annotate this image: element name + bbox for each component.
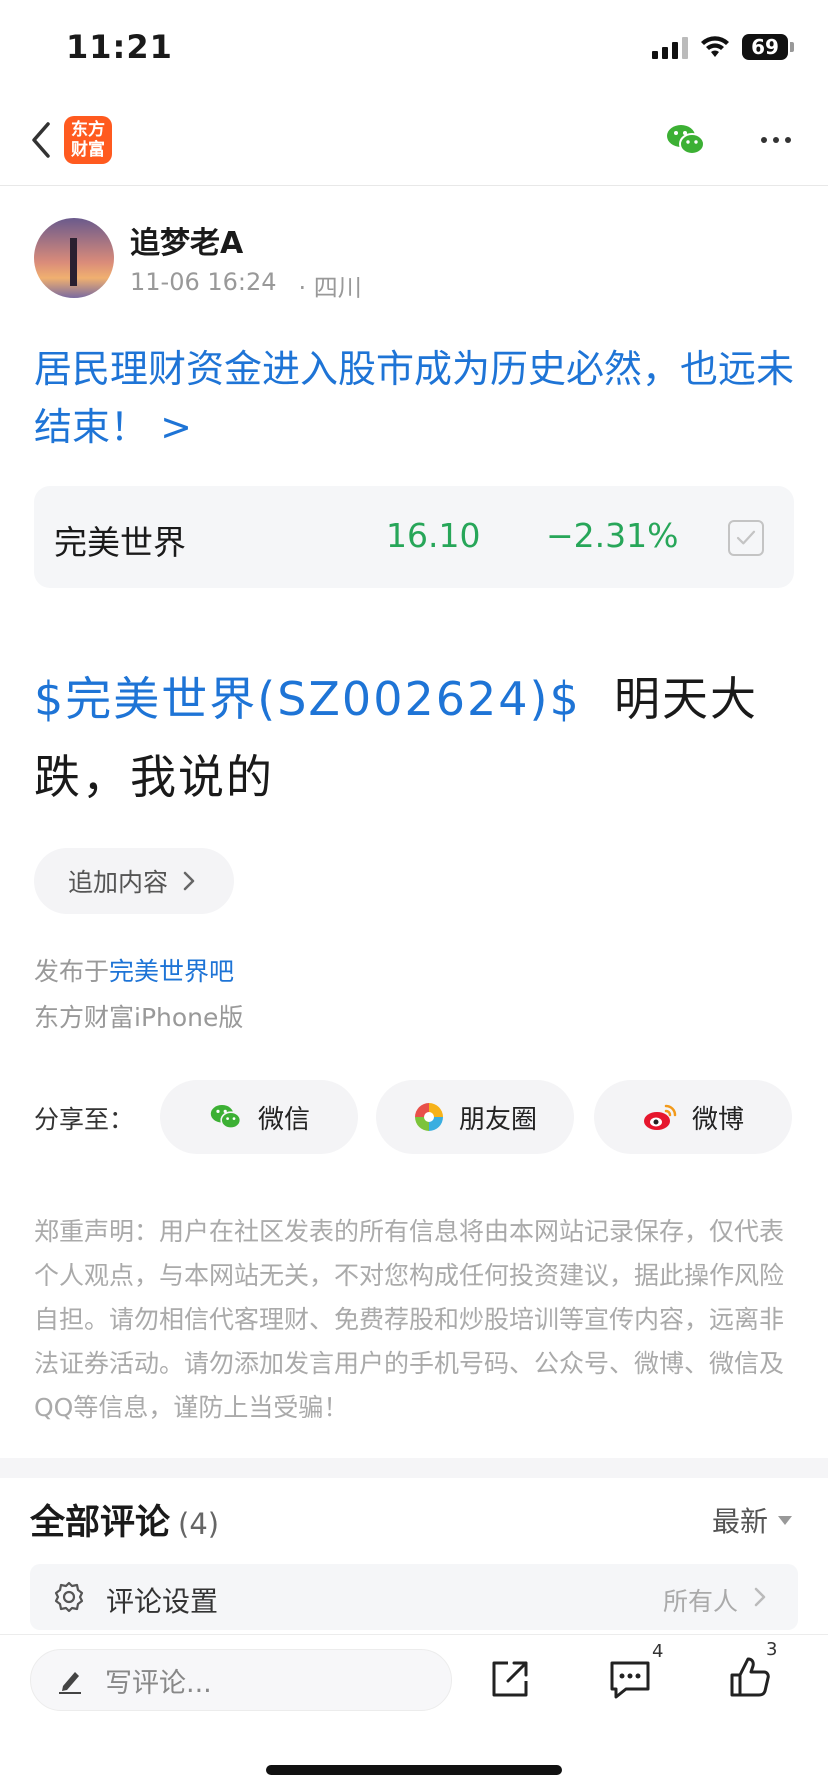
logo-text-top: 东方 [71, 120, 105, 140]
disclaimer-text: 郑重声明：用户在社区发表的所有信息将由本网站记录保存，仅代表个人观点，与本网站无… [34, 1217, 785, 1422]
like-count-badge: 3 [766, 1639, 778, 1660]
share-moments-button[interactable]: 朋友圈 [376, 1080, 574, 1154]
write-comment-input[interactable]: 写评论... [30, 1649, 452, 1711]
status-bar: 11:21 69 [0, 0, 828, 100]
battery-level: 69 [751, 35, 779, 59]
share-label: 分享至： [34, 1105, 135, 1134]
caret-down-icon [778, 1515, 792, 1525]
post-location: · 四川 [298, 274, 362, 302]
stock-bar-link[interactable]: 完美世界吧 [109, 957, 234, 986]
published-in: 发布于完美世界吧 [34, 952, 234, 988]
append-content-button[interactable]: 追加内容 [34, 848, 234, 914]
share-wechat-button[interactable]: 微信 [160, 1080, 358, 1154]
post-datetime: 11-06 16:24 [130, 268, 277, 296]
logo-text-bottom: 财富 [71, 140, 105, 160]
post-title-link[interactable]: 居民理财资金进入股市成为历史必然，也远未结束！ > [34, 340, 794, 456]
comment-icon[interactable] [606, 1657, 654, 1701]
client-source: 东方财富iPhone版 [34, 1003, 244, 1032]
battery-icon: 69 [742, 34, 794, 60]
stock-quote-card[interactable]: 完美世界 16.10 −2.31% [34, 486, 794, 588]
append-content-label: 追加内容 [68, 868, 169, 897]
share-wechat-label: 微信 [257, 1104, 310, 1135]
moments-icon [414, 1103, 443, 1131]
home-indicator [266, 1765, 562, 1775]
status-icons: 69 [652, 34, 794, 60]
share-weibo-label: 微博 [691, 1104, 744, 1135]
stock-tag-link[interactable]: $完美世界(SZ002624)$ [34, 672, 581, 726]
stock-price: 16.10 [386, 516, 481, 555]
write-comment-placeholder: 写评论... [105, 1667, 212, 1699]
chevron-right-icon [183, 871, 195, 891]
wechat-icon [210, 1105, 242, 1129]
published-prefix: 发布于 [34, 957, 110, 986]
stock-name: 完美世界 [54, 523, 186, 562]
more-options-icon[interactable] [756, 122, 796, 158]
gear-icon [54, 1581, 84, 1613]
sort-dropdown[interactable]: 最新 [712, 1500, 792, 1540]
pencil-icon [59, 1672, 81, 1694]
comments-count: (4) [178, 1507, 220, 1541]
author-avatar[interactable] [34, 218, 114, 298]
bottom-action-bar: 写评论... 4 3 [0, 1634, 828, 1792]
wechat-share-icon[interactable] [664, 120, 708, 160]
sort-label: 最新 [711, 1505, 768, 1538]
comments-title: 全部评论 [30, 1503, 171, 1543]
comment-settings-value: 所有人 [662, 1587, 738, 1616]
share-moments-label: 朋友圈 [458, 1104, 537, 1135]
comment-count-badge: 4 [652, 1641, 664, 1662]
share-weibo-button[interactable]: 微博 [594, 1080, 792, 1154]
status-time: 11:21 [66, 28, 173, 66]
comment-settings-label: 评论设置 [106, 1585, 219, 1618]
weibo-icon [643, 1104, 677, 1130]
wifi-icon [701, 36, 729, 57]
post-meta: 11-06 16:24 · 四川 [130, 268, 362, 303]
thumbs-up-icon[interactable] [726, 1653, 774, 1701]
comment-settings-row[interactable]: 评论设置 所有人 [30, 1564, 798, 1630]
nav-bar: 东方 财富 [0, 100, 828, 186]
add-watchlist-checkbox-icon[interactable] [728, 520, 764, 556]
share-icon[interactable] [488, 1657, 532, 1701]
eastmoney-logo[interactable]: 东方 财富 [64, 116, 112, 164]
stock-change: −2.31% [546, 516, 679, 555]
author-name[interactable]: 追梦老A [130, 218, 243, 262]
back-arrow-icon[interactable] [24, 118, 64, 162]
chevron-right-icon [754, 1587, 766, 1607]
comments-header: 全部评论 (4) [30, 1494, 219, 1545]
post-body: $完美世界(SZ002624)$ 明天大跌，我说的 [34, 660, 796, 816]
cellular-signal-icon [652, 35, 688, 59]
section-divider [0, 1458, 828, 1478]
